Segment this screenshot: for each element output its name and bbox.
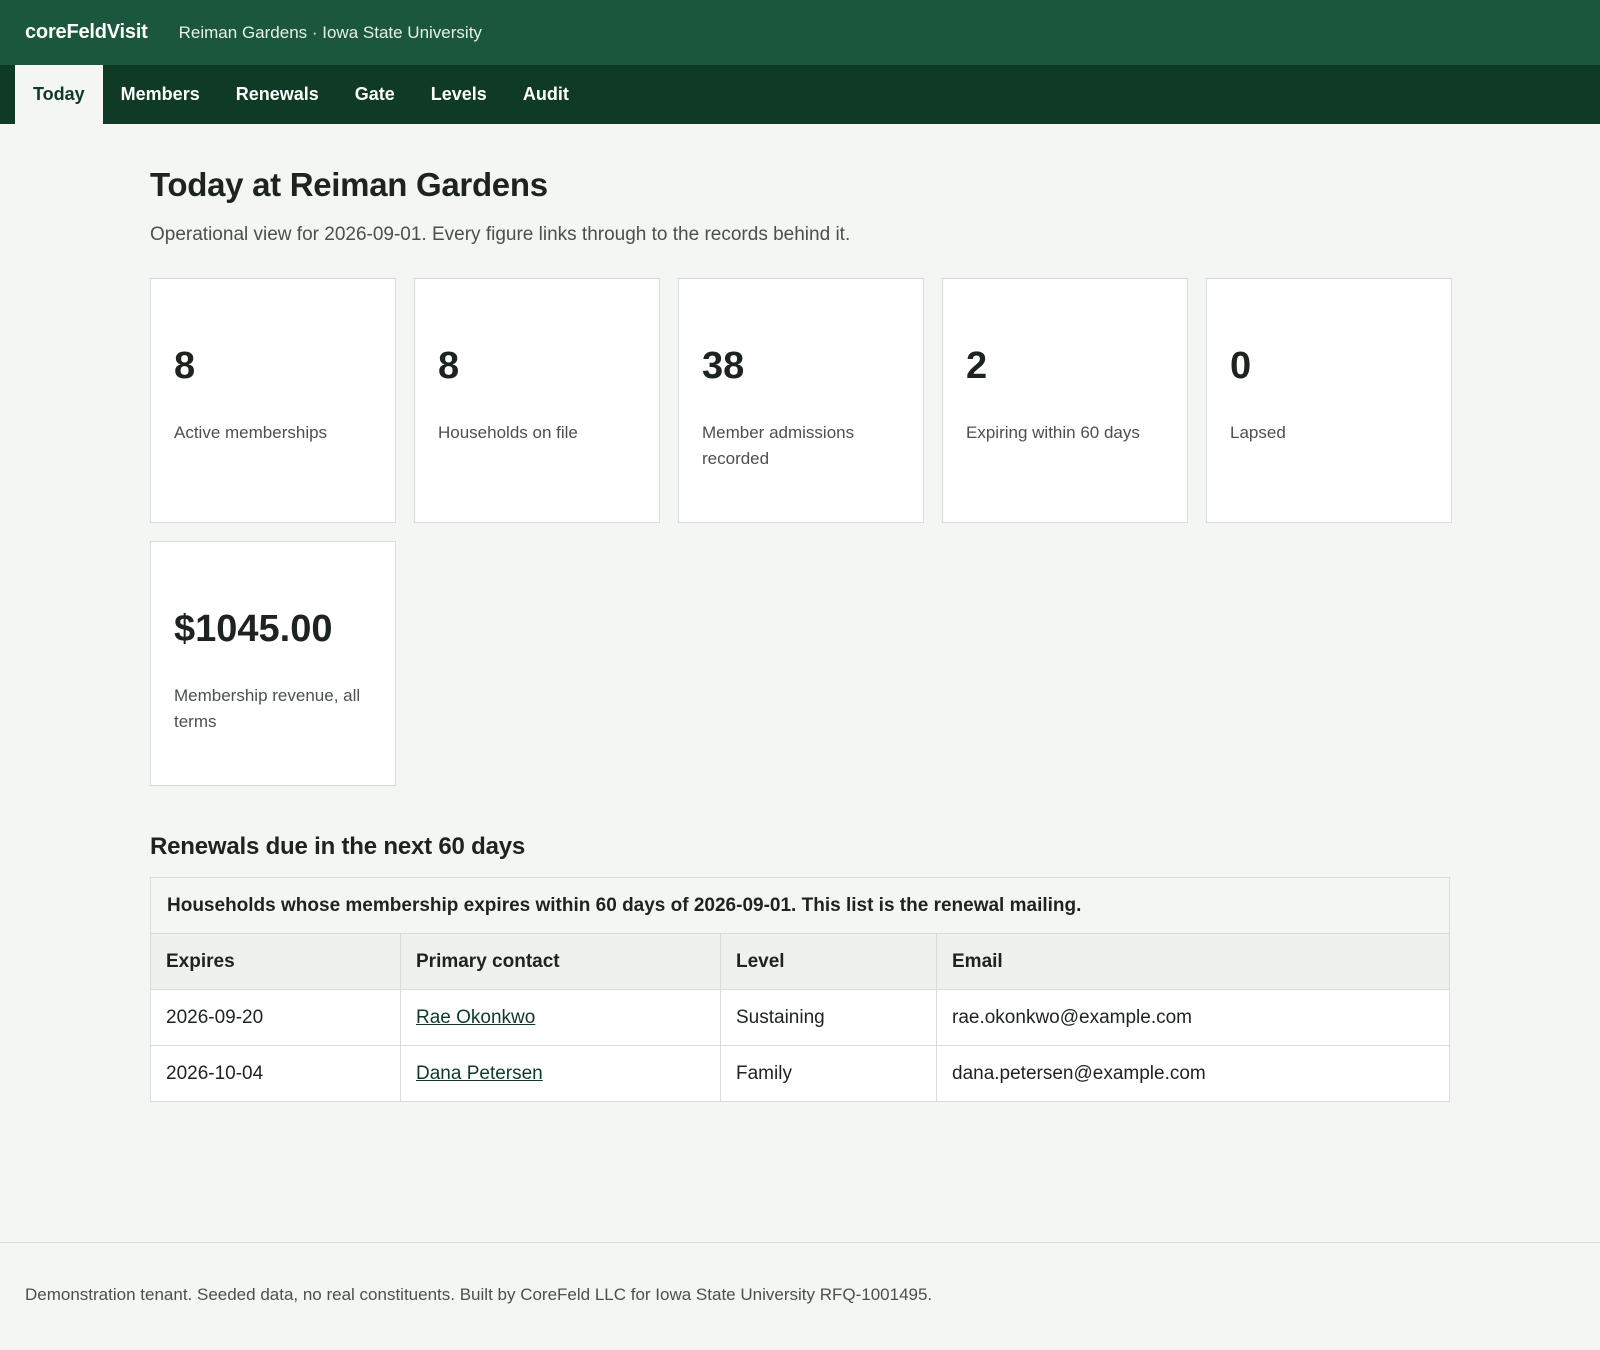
stat-card-expiring[interactable]: 2 Expiring within 60 days	[942, 278, 1188, 523]
stat-value: 0	[1230, 345, 1252, 387]
tab-today[interactable]: Today	[15, 65, 103, 124]
stat-label: Member admissions recorded	[702, 423, 855, 468]
stat-cards: 8 Active memberships 8 Households on fil…	[150, 278, 1470, 786]
top-header: coreFeldVisit Reiman Gardens · Iowa Stat…	[0, 0, 1600, 65]
stat-label: Lapsed	[1230, 423, 1286, 442]
stat-value: 8	[174, 345, 196, 387]
tab-levels[interactable]: Levels	[413, 65, 505, 124]
column-header-primary-contact: Primary contact	[400, 933, 721, 990]
stat-value: 38	[702, 345, 745, 387]
stat-label: Active memberships	[174, 423, 328, 442]
stat-card-admissions[interactable]: 38 Member admissions recorded	[678, 278, 924, 523]
page-title: Today at Reiman Gardens	[150, 166, 548, 203]
main-content: Today at Reiman Gardens Operational view…	[0, 166, 1600, 1102]
tab-members[interactable]: Members	[103, 65, 218, 124]
stat-value: $1045.00	[174, 608, 333, 650]
tab-gate[interactable]: Gate	[337, 65, 413, 124]
renewals-section-title: Renewals due in the next 60 days	[150, 833, 526, 860]
stat-label: Expiring within 60 days	[966, 423, 1140, 442]
column-header-level: Level	[720, 933, 937, 990]
page-footer: Demonstration tenant. Seeded data, no re…	[0, 1242, 1600, 1305]
column-header-expires: Expires	[150, 933, 401, 990]
organization-name: Reiman Gardens · Iowa State University	[178, 22, 482, 42]
cell-primary-contact: Dana Petersen	[400, 1045, 721, 1102]
stat-value: 2	[966, 345, 988, 387]
cell-email: rae.okonkwo@example.com	[936, 989, 1450, 1046]
main-nav: Today Members Renewals Gate Levels Audit	[0, 65, 1600, 124]
stat-card-active-memberships[interactable]: 8 Active memberships	[150, 278, 396, 523]
table-row: 2026-10-04 Dana Petersen Family dana.pet…	[150, 1045, 1450, 1102]
renewals-table: Households whose membership expires with…	[150, 877, 1450, 1102]
table-header-row: Expires Primary contact Level Email	[150, 933, 1450, 990]
cell-level: Sustaining	[720, 989, 937, 1046]
stat-value: 8	[438, 345, 460, 387]
contact-link[interactable]: Dana Petersen	[416, 1063, 543, 1084]
stat-card-lapsed[interactable]: 0 Lapsed	[1206, 278, 1452, 523]
stat-card-revenue[interactable]: $1045.00 Membership revenue, all terms	[150, 541, 396, 786]
stat-label: Membership revenue, all terms	[174, 686, 361, 731]
cell-level: Family	[720, 1045, 937, 1102]
cell-expires: 2026-10-04	[150, 1045, 401, 1102]
cell-expires: 2026-09-20	[150, 989, 401, 1046]
app-brand[interactable]: coreFeldVisit	[25, 21, 148, 44]
page-subtitle: Operational view for 2026-09-01. Every f…	[150, 224, 851, 245]
tab-audit[interactable]: Audit	[505, 65, 587, 124]
stat-label: Households on file	[438, 423, 578, 442]
column-header-email: Email	[936, 933, 1450, 990]
cell-email: dana.petersen@example.com	[936, 1045, 1450, 1102]
tab-renewals[interactable]: Renewals	[218, 65, 337, 124]
stat-card-households[interactable]: 8 Households on file	[414, 278, 660, 523]
contact-link[interactable]: Rae Okonkwo	[416, 1007, 535, 1028]
cell-primary-contact: Rae Okonkwo	[400, 989, 721, 1046]
renewals-table-caption: Households whose membership expires with…	[150, 877, 1450, 933]
table-row: 2026-09-20 Rae Okonkwo Sustaining rae.ok…	[150, 989, 1450, 1046]
footer-text: Demonstration tenant. Seeded data, no re…	[25, 1285, 933, 1304]
